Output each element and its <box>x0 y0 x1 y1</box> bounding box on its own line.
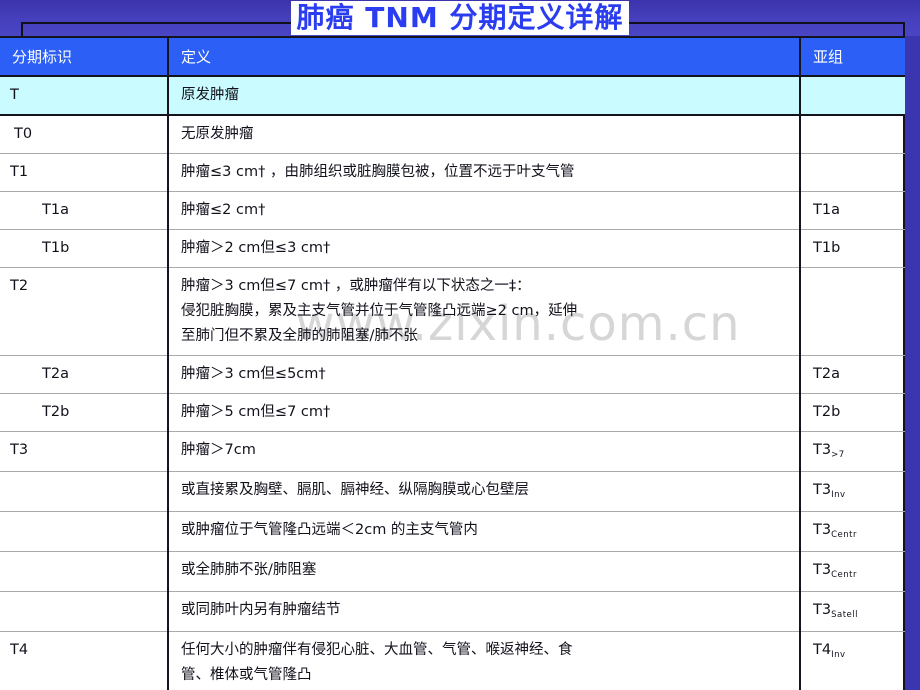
column-header-subgroup: 亚组 <box>800 36 905 77</box>
stage-id-cell: T0 <box>0 115 169 154</box>
table-row: T2 肿瘤＞3 cm但≤7 cm† ，或肿瘤伴有以下状态之一‡： 侵犯脏胸膜，累及主… <box>0 267 905 356</box>
table-row: 或直接累及胸壁、膈肌、膈神经、纵隔胸膜或心包壁层 T3Inv <box>0 471 905 512</box>
table-body: T 原发肿瘤 T0 无原发肿瘤 T1 肿瘤≤3 cm† ，由肺组织或脏胸膜包被，位置不远于… <box>0 76 905 690</box>
stage-definition-cell: 肿瘤＞2 cm但≤3 cm† <box>168 229 801 268</box>
definition-line: 肿瘤＞3 cm但≤7 cm† ，或肿瘤伴有以下状态之一‡： <box>181 278 531 294</box>
definition-line: 原发肿瘤 <box>181 87 239 103</box>
definition-line: 任何大小的肿瘤伴有侵犯心脏、大血管、气管、喉返神经、食 <box>181 642 573 658</box>
subgroup-subscript: Centr <box>831 570 857 580</box>
table-header: 分期标识 定义 亚组 <box>0 36 905 77</box>
subgroup-label: T3 <box>813 602 832 618</box>
stage-id-cell: T1a <box>0 191 169 230</box>
subgroup-label: T1b <box>813 240 841 256</box>
definition-line: 肿瘤≤3 cm† ，由肺组织或脏胸膜包被，位置不远于叶支气管 <box>181 164 575 180</box>
stage-id-cell <box>0 471 169 512</box>
stage-id-cell: T1 <box>0 153 169 192</box>
definition-line: 肿瘤＞5 cm但≤7 cm† <box>181 404 331 420</box>
subgroup-subscript: Satell <box>831 610 858 620</box>
stage-definition-cell: 或直接累及胸壁、膈肌、膈神经、纵隔胸膜或心包壁层 <box>168 471 801 512</box>
stage-id-cell: T2a <box>0 355 169 394</box>
subgroup-label: T1a <box>813 202 840 218</box>
subgroup-label: T3 <box>813 442 832 458</box>
subgroup-label: T2a <box>813 366 840 382</box>
slide-canvas: 肺癌 TNM 分期定义详解 www.zixin.com.cn 分期标识 定义 亚… <box>0 0 920 690</box>
stage-definition-cell: 肿瘤≤2 cm† <box>168 191 801 230</box>
subgroup-label: T3 <box>813 562 832 578</box>
subgroup-label: T4 <box>813 642 832 658</box>
stage-definition-cell: 任何大小的肿瘤伴有侵犯心脏、大血管、气管、喉返神经、食 管、椎体或气管隆凸 <box>168 631 801 690</box>
subgroup-label: T3 <box>813 482 832 498</box>
subgroup-subscript: Inv <box>831 490 846 500</box>
subgroup-cell: T1b <box>800 229 905 268</box>
subgroup-cell <box>800 76 905 116</box>
table-header-row: 分期标识 定义 亚组 <box>0 36 905 77</box>
subgroup-subscript: Inv <box>831 650 846 660</box>
stage-id-cell <box>0 551 169 592</box>
table-row: 或同肺叶内另有肿瘤结节 T3Satell <box>0 591 905 632</box>
definition-line: 或肿瘤位于气管隆凸远端＜2cm 的主支气管内 <box>181 522 478 538</box>
subgroup-cell: T3>7 <box>800 431 905 472</box>
definition-line: 至肺门但不累及全肺的肺阻塞/肺不张 <box>181 328 418 344</box>
definition-line: 管、椎体或气管隆凸 <box>181 667 312 683</box>
table-row: T1a 肿瘤≤2 cm† T1a <box>0 191 905 230</box>
table-row: T2b 肿瘤＞5 cm但≤7 cm† T2b <box>0 393 905 432</box>
definition-line: 肿瘤＞3 cm但≤5cm† <box>181 366 326 382</box>
tnm-table-wrapper: 分期标识 定义 亚组 T 原发肿瘤 T0 无原发肿瘤 T1 肿瘤≤3 cm† ，由肺组织或… <box>0 36 905 690</box>
stage-id-cell: T3 <box>0 431 169 472</box>
stage-definition-cell: 肿瘤＞5 cm但≤7 cm† <box>168 393 801 432</box>
stage-id-cell: T <box>0 76 169 116</box>
subgroup-cell: T2a <box>800 355 905 394</box>
definition-line: 无原发肿瘤 <box>181 126 254 142</box>
tnm-staging-table: 分期标识 定义 亚组 T 原发肿瘤 T0 无原发肿瘤 T1 肿瘤≤3 cm† ，由肺组织或… <box>0 36 905 690</box>
stage-definition-cell: 或肿瘤位于气管隆凸远端＜2cm 的主支气管内 <box>168 511 801 552</box>
table-row: 或肿瘤位于气管隆凸远端＜2cm 的主支气管内 T3Centr <box>0 511 905 552</box>
table-row: T 原发肿瘤 <box>0 76 905 116</box>
stage-definition-cell: 肿瘤＞7cm <box>168 431 801 472</box>
stage-definition-cell: 或全肺肺不张/肺阻塞 <box>168 551 801 592</box>
table-row: T3 肿瘤＞7cm T3>7 <box>0 431 905 472</box>
subgroup-subscript: >7 <box>831 450 845 460</box>
subgroup-cell: T2b <box>800 393 905 432</box>
stage-definition-cell: 肿瘤≤3 cm† ，由肺组织或脏胸膜包被，位置不远于叶支气管 <box>168 153 801 192</box>
definition-line: 肿瘤≤2 cm† <box>181 202 266 218</box>
stage-id-cell: T2 <box>0 267 169 356</box>
stage-definition-cell: 肿瘤＞3 cm但≤5cm† <box>168 355 801 394</box>
subgroup-cell <box>800 267 905 356</box>
subgroup-label: T2b <box>813 404 841 420</box>
definition-line: 或同肺叶内另有肿瘤结节 <box>181 602 341 618</box>
definition-line: 或全肺肺不张/肺阻塞 <box>181 562 317 578</box>
stage-id-cell: T1b <box>0 229 169 268</box>
stage-definition-cell: 原发肿瘤 <box>168 76 801 116</box>
subgroup-cell <box>800 115 905 154</box>
subgroup-cell: T3Satell <box>800 591 905 632</box>
definition-line: 或直接累及胸壁、膈肌、膈神经、纵隔胸膜或心包壁层 <box>181 482 529 498</box>
definition-line: 侵犯脏胸膜，累及主支气管并位于气管隆凸远端≥2 cm，延伸 <box>181 303 578 319</box>
subgroup-cell: T4Inv <box>800 631 905 690</box>
column-header-definition: 定义 <box>168 36 801 77</box>
subgroup-cell: T3Centr <box>800 551 905 592</box>
table-row: T0 无原发肿瘤 <box>0 115 905 154</box>
subgroup-cell: T3Centr <box>800 511 905 552</box>
stage-id-cell <box>0 511 169 552</box>
subgroup-cell: T1a <box>800 191 905 230</box>
table-row: T1b 肿瘤＞2 cm但≤3 cm† T1b <box>0 229 905 268</box>
definition-line: 肿瘤＞2 cm但≤3 cm† <box>181 240 331 256</box>
column-header-id: 分期标识 <box>0 36 169 77</box>
stage-id-cell: T2b <box>0 393 169 432</box>
subgroup-label: T3 <box>813 522 832 538</box>
subgroup-cell: T3Inv <box>800 471 905 512</box>
stage-definition-cell: 肿瘤＞3 cm但≤7 cm† ，或肿瘤伴有以下状态之一‡： 侵犯脏胸膜，累及主支气… <box>168 267 801 356</box>
subgroup-cell <box>800 153 905 192</box>
table-row: T4 任何大小的肿瘤伴有侵犯心脏、大血管、气管、喉返神经、食 管、椎体或气管隆凸 T4… <box>0 631 905 690</box>
table-row: T1 肿瘤≤3 cm† ，由肺组织或脏胸膜包被，位置不远于叶支气管 <box>0 153 905 192</box>
table-row: T2a 肿瘤＞3 cm但≤5cm† T2a <box>0 355 905 394</box>
definition-line: 肿瘤＞7cm <box>181 442 256 458</box>
stage-definition-cell: 或同肺叶内另有肿瘤结节 <box>168 591 801 632</box>
stage-id-cell <box>0 591 169 632</box>
table-row: 或全肺肺不张/肺阻塞 T3Centr <box>0 551 905 592</box>
stage-id-cell: T4 <box>0 631 169 690</box>
subgroup-subscript: Centr <box>831 530 857 540</box>
stage-definition-cell: 无原发肿瘤 <box>168 115 801 154</box>
